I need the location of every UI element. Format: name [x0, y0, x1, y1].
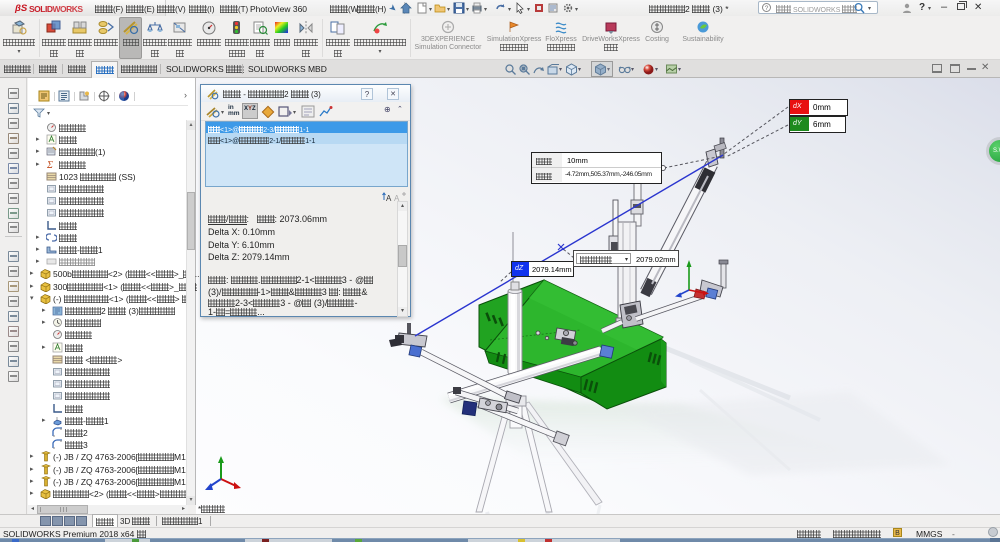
- svg-text:A: A: [386, 194, 392, 202]
- svg-text:Σ: Σ: [46, 160, 53, 170]
